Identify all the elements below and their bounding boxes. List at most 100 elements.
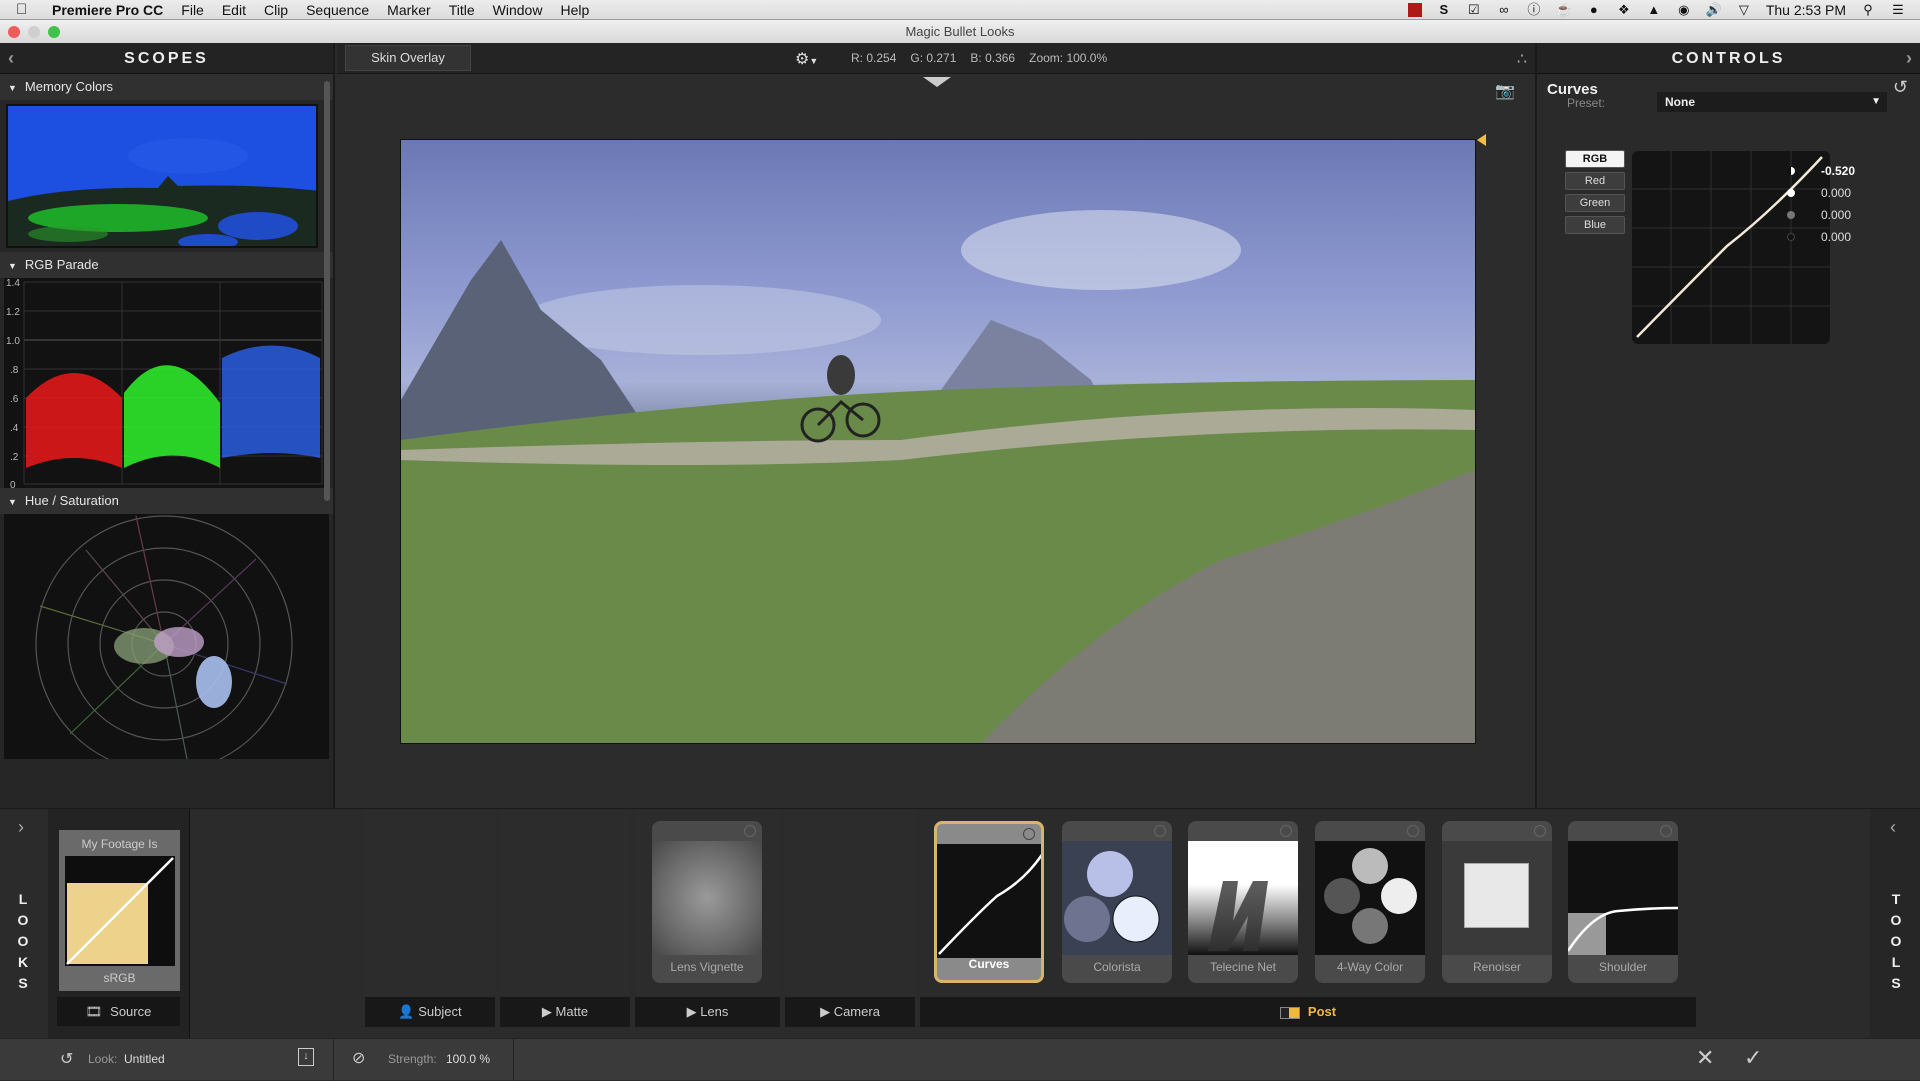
minimize-window-button[interactable] — [28, 26, 40, 38]
spotlight-search-icon[interactable]: ⚲ — [1860, 2, 1876, 17]
look-name[interactable]: Untitled — [124, 1052, 165, 1066]
category-tab-subject[interactable]: 👤 Subject — [365, 997, 495, 1027]
dropbox-icon[interactable]: ❖ — [1616, 2, 1632, 17]
menu-sequence[interactable]: Sequence — [306, 2, 369, 18]
curve-value[interactable]: 0.000 — [1821, 230, 1851, 244]
tool-card-curves[interactable]: Curves — [934, 821, 1044, 983]
apply-button[interactable]: ✓ — [1744, 1045, 1762, 1071]
colorista-thumb — [1062, 841, 1172, 955]
preset-dropdown[interactable]: None ▼ — [1657, 92, 1887, 112]
tool-card-colorista[interactable]: Colorista — [1062, 821, 1172, 983]
channel-rgb-button[interactable]: RGB — [1565, 150, 1625, 168]
skin-overlay-button[interactable]: Skin Overlay — [345, 45, 471, 71]
looks-side-label[interactable]: LOOKS — [13, 889, 33, 994]
bypass-icon[interactable] — [1023, 828, 1035, 840]
save-look-icon[interactable]: ↓ — [298, 1048, 314, 1066]
channel-green-button[interactable]: Green — [1565, 194, 1625, 212]
clock[interactable]: Thu 2:53 PM — [1766, 2, 1846, 18]
bypass-icon[interactable] — [744, 825, 756, 837]
collapse-scopes-chevron-icon[interactable]: ‹ — [8, 43, 14, 74]
tool-card-label: Lens Vignette — [670, 960, 744, 974]
menu-clip[interactable]: Clip — [264, 2, 288, 18]
expand-tools-chevron-icon[interactable]: ‹ — [1890, 817, 1896, 838]
source-button[interactable]: 🎞 Source — [57, 997, 180, 1026]
apple-icon[interactable]:  — [16, 1, 38, 18]
alert-icon[interactable]: ⓘ — [1526, 2, 1542, 17]
camera-icon: ▶ — [686, 1004, 697, 1019]
menu-window[interactable]: Window — [493, 2, 543, 18]
category-tab-camera[interactable]: ▶ Camera — [785, 997, 915, 1027]
notification-list-icon[interactable]: ☰ — [1890, 2, 1906, 17]
zoom-level: Zoom: 100.0% — [1029, 51, 1108, 65]
tool-card-4-way-color[interactable]: 4-Way Color — [1315, 821, 1425, 983]
collapse-controls-chevron-icon[interactable]: › — [1906, 43, 1912, 74]
tools-side-label[interactable]: TOOLS — [1886, 889, 1906, 994]
rgb-parade-graph: 1.4 1.2 1.0 .8 .6 .4 .2 0 — [6, 278, 330, 491]
bypass-icon[interactable] — [1534, 825, 1546, 837]
tool-card-renoiser[interactable]: Renoiser — [1442, 821, 1552, 983]
flame-icon[interactable]: ▲ — [1646, 2, 1662, 17]
zoom-window-button[interactable] — [48, 26, 60, 38]
triangle-down-icon: ▼ — [8, 497, 17, 507]
preset-value: None — [1665, 95, 1695, 109]
tool-chain-icon[interactable]: ∴ — [1517, 49, 1527, 69]
film-icon[interactable] — [1407, 2, 1422, 17]
hue-saturation-header[interactable]: ▼ Hue / Saturation — [0, 488, 333, 514]
viewer-marker-icon[interactable] — [1477, 134, 1486, 146]
gear-icon[interactable]: ⚙▼ — [795, 49, 818, 69]
tool-card-shoulder[interactable]: Shoulder — [1568, 821, 1678, 983]
reset-look-icon[interactable]: ↺ — [60, 1049, 73, 1069]
scopes-scrollbar[interactable] — [324, 81, 330, 501]
cancel-button[interactable]: ✕ — [1696, 1045, 1714, 1071]
coffee-icon[interactable]: ☕ — [1556, 2, 1572, 17]
basketball-icon[interactable]: ◉ — [1676, 2, 1692, 17]
reset-icon[interactable]: ↺ — [1893, 77, 1908, 98]
readout-r: R: 0.254 — [851, 51, 897, 65]
menu-edit[interactable]: Edit — [222, 2, 246, 18]
menu-app-name[interactable]: Premiere Pro CC — [52, 2, 163, 18]
category-tab-post[interactable]: Post — [920, 997, 1696, 1027]
parade-red-trace — [26, 373, 122, 468]
tool-card-lens-vignette[interactable]: Lens Vignette — [652, 821, 762, 983]
volume-icon[interactable]: 🔊 — [1706, 2, 1722, 17]
bypass-icon[interactable] — [1407, 825, 1419, 837]
curve-editor[interactable] — [1632, 151, 1830, 344]
wifi-icon[interactable]: ▽ — [1736, 2, 1752, 17]
controls-title: CONTROLS — [1671, 50, 1786, 67]
strength-value[interactable]: 100.0 % — [446, 1052, 490, 1066]
close-window-button[interactable] — [8, 26, 20, 38]
curve-value[interactable]: 0.000 — [1821, 186, 1851, 200]
category-tab-lens[interactable]: ▶ Lens — [635, 997, 780, 1027]
rgb-parade-header[interactable]: ▼ RGB Parade — [0, 252, 333, 278]
menu-help[interactable]: Help — [560, 2, 589, 18]
s-icon[interactable]: S — [1436, 2, 1452, 17]
tool-card-telecine-net[interactable]: Telecine Net — [1188, 821, 1298, 983]
bypass-icon[interactable] — [1660, 825, 1672, 837]
snapshot-camera-icon[interactable]: 📷 — [1495, 81, 1515, 101]
menu-file[interactable]: File — [181, 2, 204, 18]
bypass-all-icon[interactable]: ⊘ — [352, 1048, 365, 1068]
memory-colors-header[interactable]: ▼ Memory Colors — [0, 74, 333, 100]
memory-colors-image — [8, 138, 316, 246]
ghost-icon[interactable]: ● — [1586, 2, 1602, 17]
curve-value[interactable]: 0.000 — [1821, 208, 1851, 222]
creative-cloud-icon[interactable]: ∞ — [1496, 2, 1512, 17]
channel-blue-button[interactable]: Blue — [1565, 216, 1625, 234]
bypass-icon[interactable] — [1280, 825, 1292, 837]
menu-title[interactable]: Title — [449, 2, 475, 18]
check-icon[interactable]: ☑ — [1466, 2, 1482, 17]
tool-chain-area: › LOOKS My Footage Is sRGB 🎞 Source Lens … — [0, 808, 1920, 1039]
category-tab-matte[interactable]: ▶ Matte — [500, 997, 630, 1027]
expand-looks-chevron-icon[interactable]: › — [18, 817, 24, 838]
video-frame[interactable] — [401, 140, 1475, 743]
rgb-parade-scope: 1.4 1.2 1.0 .8 .6 .4 .2 0 — [4, 278, 330, 491]
readout-b: B: 0.366 — [970, 51, 1016, 65]
curve-value[interactable]: -0.520 — [1821, 164, 1855, 178]
bypass-icon[interactable] — [1154, 825, 1166, 837]
menu-marker[interactable]: Marker — [387, 2, 431, 18]
footage-card[interactable]: My Footage Is sRGB — [58, 829, 181, 992]
curve-value-row: -0.520 — [1787, 164, 1907, 178]
channel-red-button[interactable]: Red — [1565, 172, 1625, 190]
hue-saturation-label: Hue / Saturation — [24, 493, 119, 508]
viewer-split-handle-icon[interactable] — [923, 77, 951, 87]
